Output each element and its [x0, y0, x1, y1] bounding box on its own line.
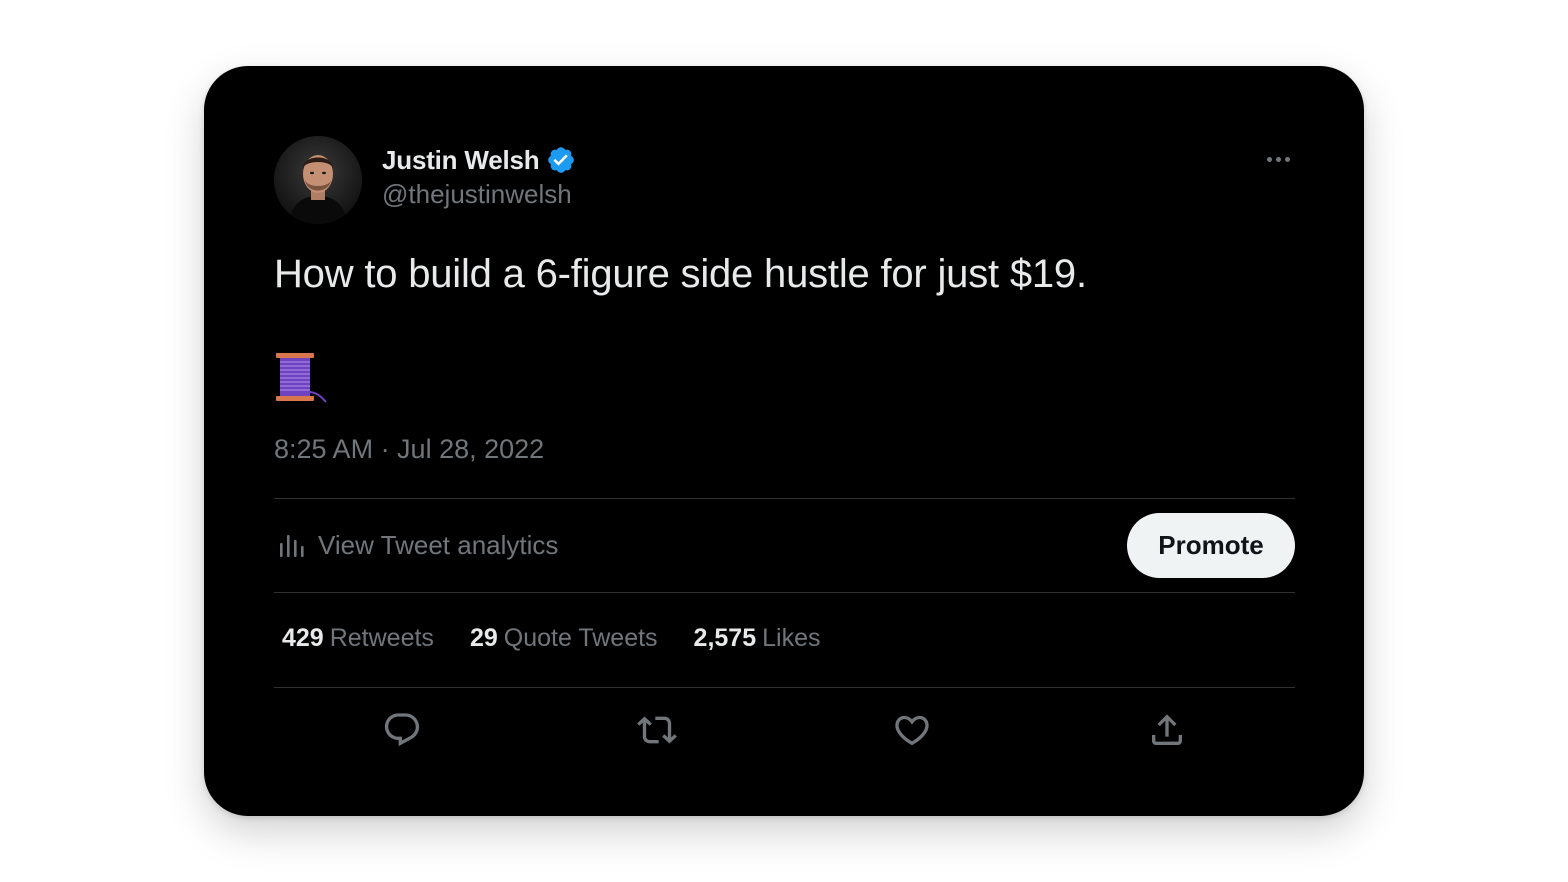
verified-badge-icon	[546, 145, 576, 175]
tweet-text: How to build a 6-figure side hustle for …	[274, 252, 1087, 296]
likes-label: Likes	[762, 624, 821, 652]
divider	[274, 687, 1295, 688]
divider	[274, 592, 1295, 593]
author-handle[interactable]: @thejustinwelsh	[382, 179, 572, 210]
author-name[interactable]: Justin Welsh	[382, 145, 540, 176]
quote-tweets-count: 29	[469, 624, 498, 652]
tweet-card: Justin Welsh @thejustinwelsh How to buil…	[204, 66, 1364, 816]
likes-stat[interactable]: 2,575 Likes	[694, 624, 821, 653]
share-icon[interactable]	[1147, 710, 1187, 750]
more-options-icon[interactable]	[1260, 146, 1296, 172]
thread-emoji	[274, 352, 330, 406]
retweets-label: Retweets	[329, 624, 434, 652]
quote-tweets-stat[interactable]: 29 Quote Tweets	[470, 624, 658, 653]
reply-icon[interactable]	[382, 710, 422, 750]
view-analytics-link[interactable]: View Tweet analytics	[274, 528, 558, 562]
analytics-bars-icon	[280, 535, 304, 557]
retweets-count: 429	[282, 624, 324, 652]
author-name-row[interactable]: Justin Welsh	[382, 144, 576, 176]
avatar[interactable]	[274, 136, 362, 224]
divider	[274, 498, 1295, 499]
quote-tweets-label: Quote Tweets	[503, 624, 658, 652]
engagement-stats: 429 Retweets 29 Quote Tweets 2,575 Likes	[282, 624, 856, 653]
tweet-timestamp[interactable]: 8:25 AM · Jul 28, 2022	[274, 434, 544, 465]
likes-count: 2,575	[693, 624, 757, 652]
retweet-icon[interactable]	[637, 710, 677, 750]
promote-button[interactable]: Promote	[1127, 513, 1295, 578]
retweets-stat[interactable]: 429 Retweets	[282, 624, 434, 653]
view-analytics-label: View Tweet analytics	[318, 529, 559, 560]
like-icon[interactable]	[892, 710, 932, 750]
